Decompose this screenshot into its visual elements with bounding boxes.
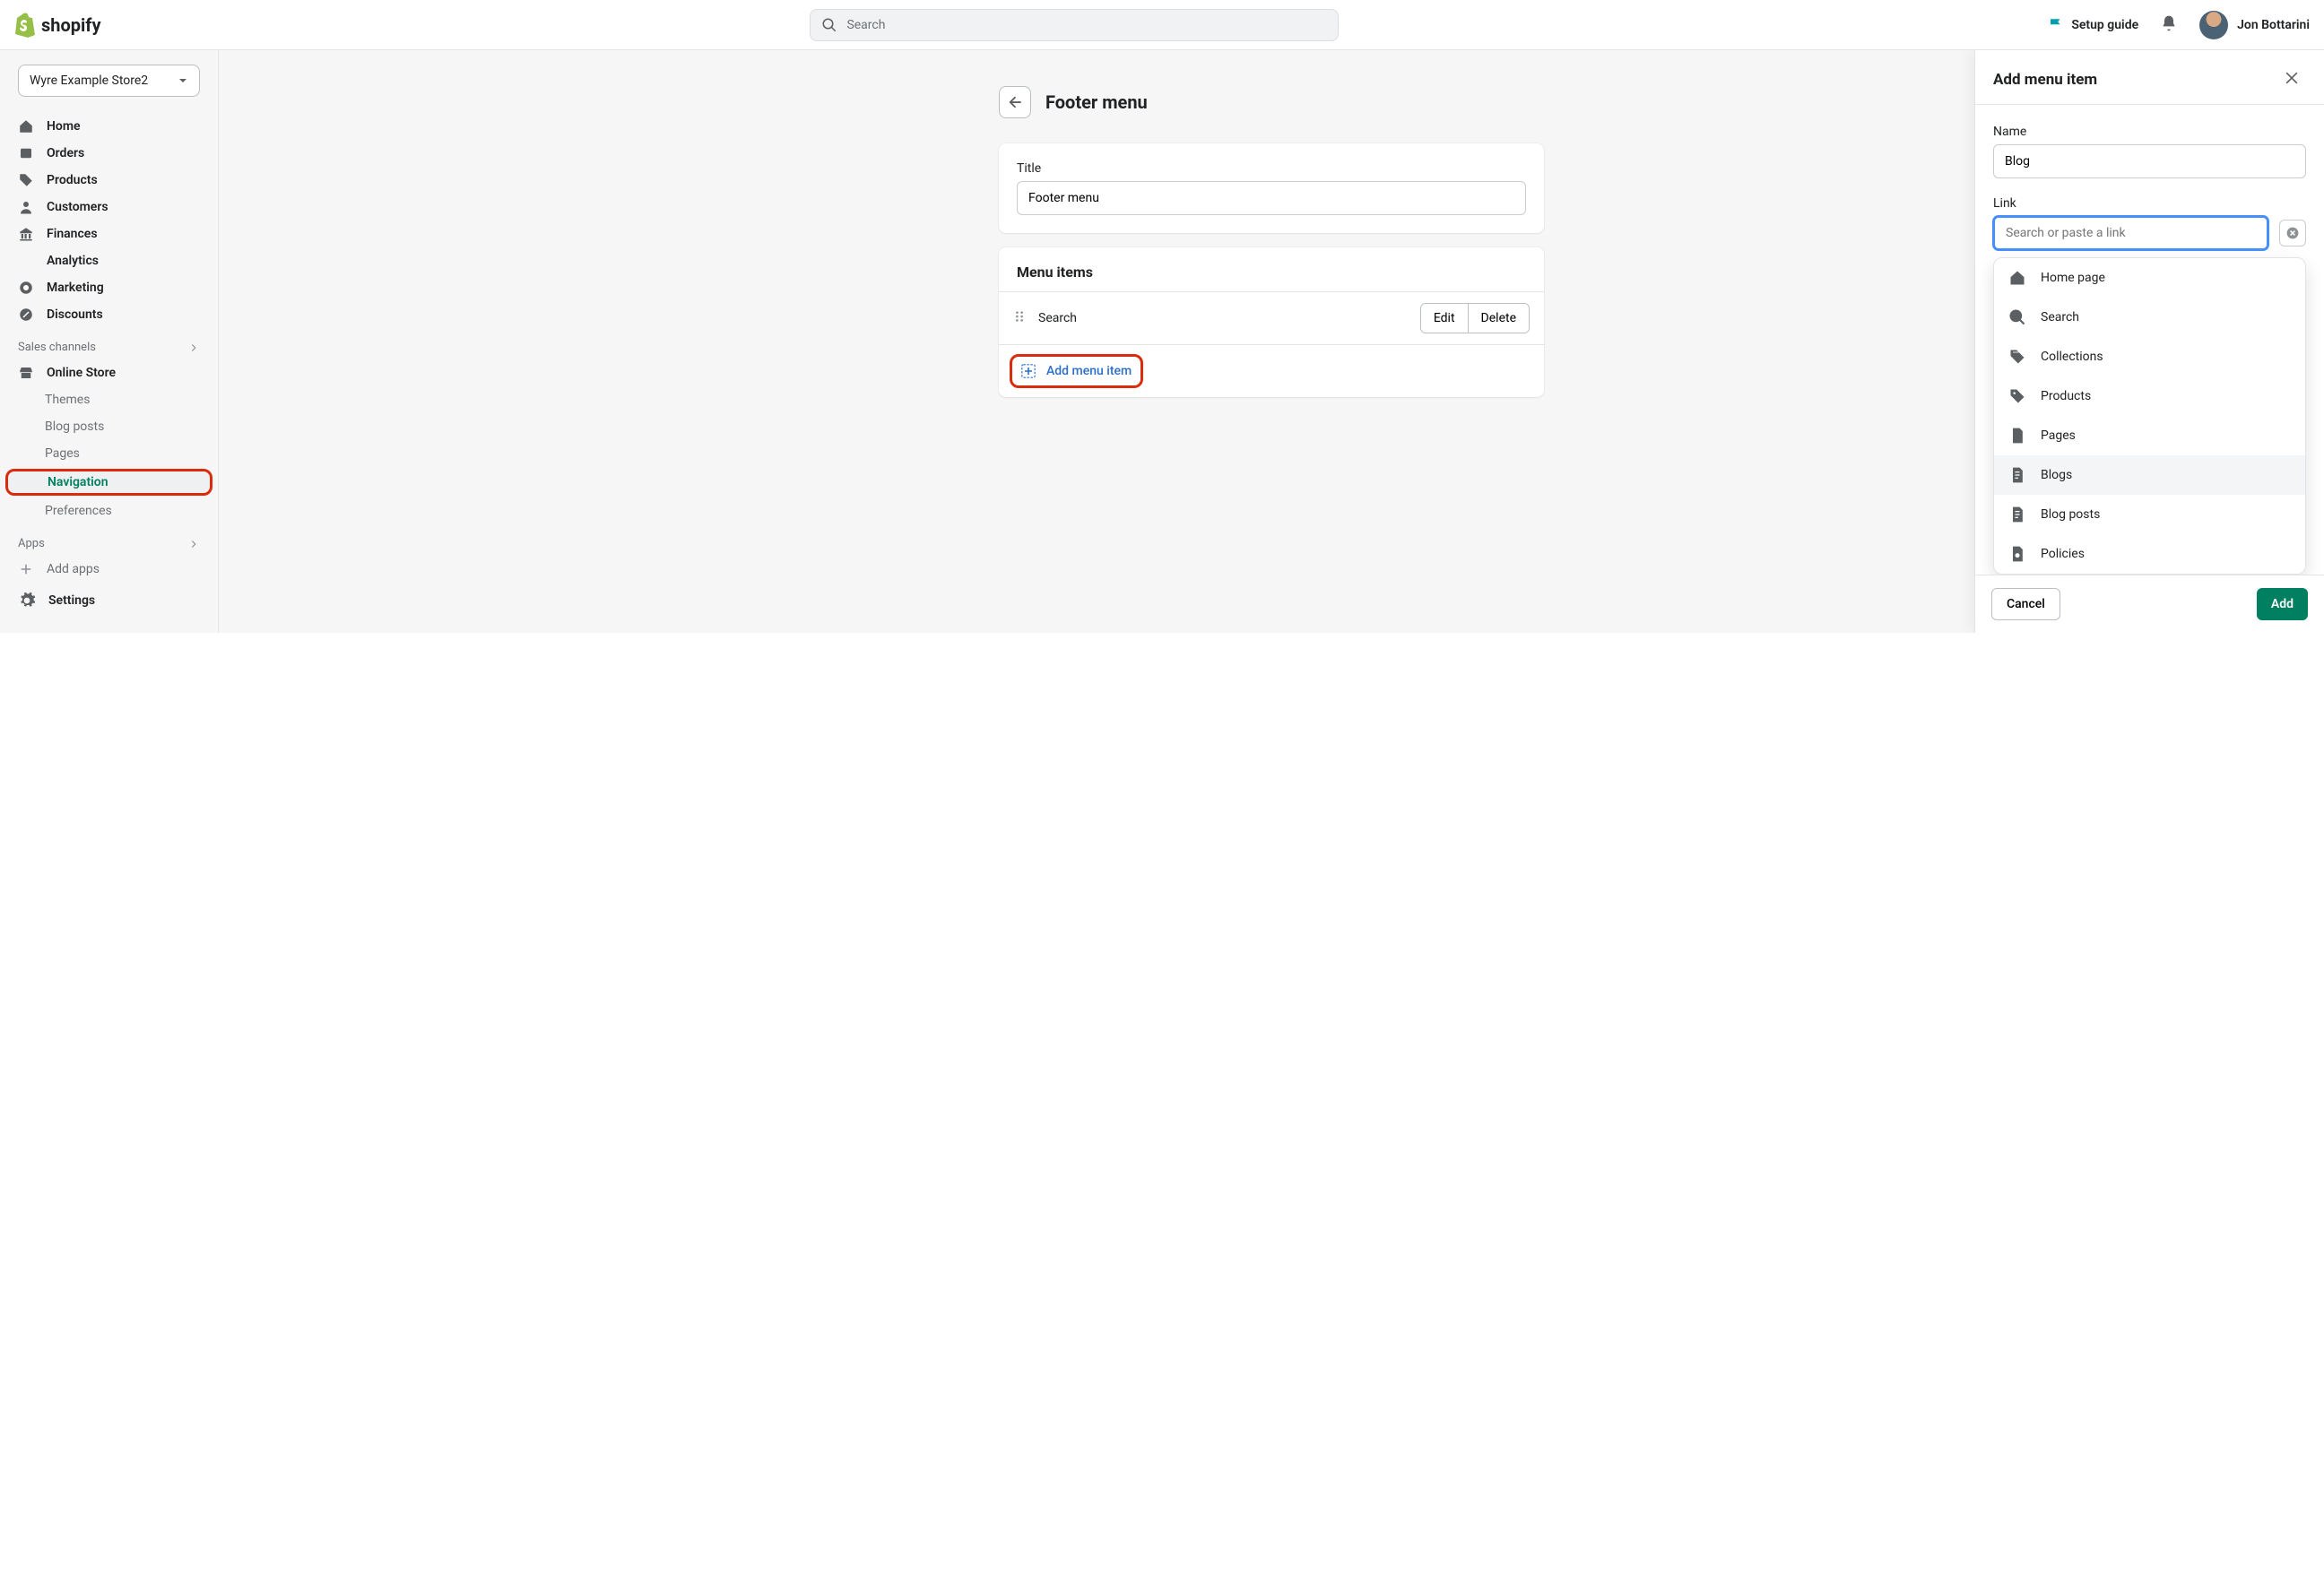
apps-heading: Apps: [0, 524, 218, 556]
sales-channels-heading: Sales channels: [0, 328, 218, 359]
link-option-pages[interactable]: Pages: [1994, 416, 2305, 455]
menu-item-name: Search: [1038, 311, 1077, 325]
name-input[interactable]: [1993, 144, 2306, 178]
search-placeholder: Search: [846, 18, 885, 32]
nav-analytics[interactable]: Analytics: [0, 247, 218, 274]
menu-items-heading: Menu items: [999, 247, 1544, 284]
menu-items-card: Menu items Search Edit Delete Add m: [999, 247, 1544, 397]
nav-discounts[interactable]: Discounts: [0, 301, 218, 328]
sub-navigation[interactable]: Navigation: [5, 469, 212, 496]
link-dropdown: Home page Search Collections Products Pa…: [1993, 257, 2306, 575]
drag-handle-icon[interactable]: [1013, 310, 1026, 326]
sub-preferences[interactable]: Preferences: [0, 497, 218, 524]
link-option-blog-posts[interactable]: Blog posts: [1994, 495, 2305, 534]
link-option-products[interactable]: Products: [1994, 376, 2305, 416]
add-apps[interactable]: Add apps: [0, 556, 218, 583]
page-title: Footer menu: [1045, 91, 1148, 113]
nav-home[interactable]: Home: [0, 113, 218, 140]
store-icon: [18, 365, 34, 381]
title-card: Title: [999, 143, 1544, 233]
link-option-policies[interactable]: Policies: [1994, 534, 2305, 574]
blog-posts-icon: [2008, 506, 2026, 523]
title-field-label: Title: [1017, 161, 1526, 176]
user-menu[interactable]: Jon Bottarini: [2199, 11, 2310, 39]
plus-icon: [18, 561, 34, 577]
nav-products[interactable]: Products: [0, 167, 218, 194]
bank-icon: [18, 226, 34, 242]
flag-icon: [2048, 17, 2064, 33]
panel-heading: Add menu item: [1993, 71, 2097, 89]
link-option-blogs[interactable]: Blogs: [1994, 455, 2305, 495]
add-menu-item-panel: Add menu item Name Link Home page Search…: [1974, 50, 2324, 633]
policies-icon: [2008, 545, 2026, 563]
tag-icon: [2008, 387, 2026, 405]
nav-customers[interactable]: Customers: [0, 194, 218, 221]
sub-themes[interactable]: Themes: [0, 386, 218, 413]
nav-settings[interactable]: Settings: [0, 583, 218, 618]
global-search[interactable]: Search: [810, 9, 1339, 41]
collections-icon: [2008, 348, 2026, 366]
setup-guide-link[interactable]: Setup guide: [2048, 17, 2138, 33]
link-input[interactable]: [1993, 216, 2268, 250]
avatar: [2199, 11, 2228, 39]
home-icon: [18, 118, 34, 134]
orders-icon: [18, 145, 34, 161]
brand-text: shopify: [41, 14, 101, 36]
chevron-right-icon[interactable]: [187, 342, 200, 354]
add-button[interactable]: Add: [2257, 588, 2308, 620]
title-input[interactable]: [1017, 181, 1526, 215]
person-icon: [18, 199, 34, 215]
blog-icon: [2008, 466, 2026, 484]
sidebar: Wyre Example Store2 Home Orders Products…: [0, 50, 219, 633]
link-label: Link: [1993, 196, 2306, 211]
caret-down-icon: [178, 75, 188, 86]
delete-button[interactable]: Delete: [1468, 304, 1529, 333]
target-icon: [18, 280, 34, 296]
name-label: Name: [1993, 125, 2306, 139]
link-option-search[interactable]: Search: [1994, 298, 2305, 337]
gear-icon: [18, 592, 36, 610]
chevron-right-icon[interactable]: [187, 538, 200, 550]
store-picker[interactable]: Wyre Example Store2: [18, 65, 200, 97]
cancel-button[interactable]: Cancel: [1991, 588, 2060, 620]
link-option-collections[interactable]: Collections: [1994, 337, 2305, 376]
nav-finances[interactable]: Finances: [0, 221, 218, 247]
shopify-bag-icon: [14, 13, 36, 38]
menu-item-row: Search Edit Delete: [999, 291, 1544, 344]
search-icon: [2008, 308, 2026, 326]
clear-icon: [2285, 226, 2300, 240]
add-menu-item-button[interactable]: Add menu item: [1010, 354, 1143, 388]
chart-icon: [18, 253, 34, 269]
nav-online-store[interactable]: Online Store: [0, 359, 218, 386]
home-icon: [2008, 269, 2026, 287]
search-icon: [821, 17, 837, 33]
shopify-logo[interactable]: shopify: [14, 13, 101, 38]
arrow-left-icon: [1007, 94, 1023, 110]
discount-icon: [18, 307, 34, 323]
top-bar: shopify Search Setup guide Jon Bottarini: [0, 0, 2324, 50]
add-dashed-icon: [1021, 364, 1036, 378]
close-button[interactable]: [2277, 68, 2306, 91]
edit-button[interactable]: Edit: [1421, 304, 1468, 333]
clear-link-button[interactable]: [2279, 220, 2306, 246]
back-button[interactable]: [999, 86, 1031, 118]
sub-blog-posts[interactable]: Blog posts: [0, 413, 218, 440]
link-option-home[interactable]: Home page: [1994, 258, 2305, 298]
notifications-button[interactable]: [2160, 14, 2178, 36]
main-content: Footer menu Title Menu items Search: [219, 50, 2324, 633]
nav-orders[interactable]: Orders: [0, 140, 218, 167]
nav-marketing[interactable]: Marketing: [0, 274, 218, 301]
tag-icon: [18, 172, 34, 188]
sub-pages[interactable]: Pages: [0, 440, 218, 467]
page-icon: [2008, 427, 2026, 445]
close-icon: [2283, 69, 2301, 87]
bell-icon: [2160, 14, 2178, 32]
